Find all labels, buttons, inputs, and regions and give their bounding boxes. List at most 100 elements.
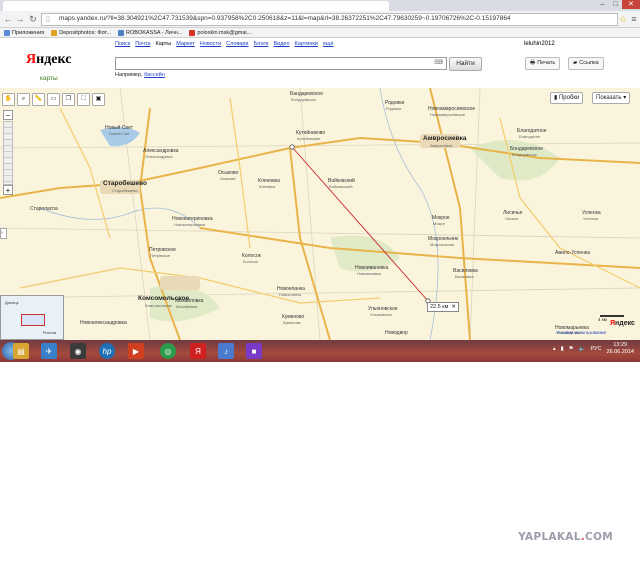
traffic-button[interactable]: ▮ Пробки [550, 92, 584, 104]
zoom-slider[interactable] [3, 121, 13, 185]
village-label[interactable]: Авило-Успенка [555, 250, 590, 256]
village-sublabel: Новокатеринівка [174, 222, 206, 227]
reload-icon[interactable]: ↻ [28, 14, 38, 24]
print-button[interactable]: 🖶 Печать [525, 57, 561, 70]
minimize-button[interactable]: – [596, 0, 609, 9]
bookmark-star-icon[interactable]: ☆ [618, 14, 628, 24]
service-blogs[interactable]: Блоги [254, 41, 269, 47]
hand-tool-icon[interactable]: ✋ [2, 93, 15, 106]
example-link[interactable]: бассейн [144, 72, 165, 78]
find-button[interactable]: Найти [449, 57, 482, 71]
camera-app-icon[interactable]: ◉ [70, 343, 86, 359]
village-label[interactable]: Новоалександровка [80, 320, 127, 326]
maximize-button[interactable]: □ [609, 0, 622, 9]
distance-label[interactable]: 22.5 км ✕ [427, 302, 460, 312]
search-example: Например, бассейн [115, 72, 165, 78]
tray-arrow-icon[interactable]: ▴ [553, 346, 556, 352]
service-news[interactable]: Новости [200, 41, 221, 47]
user-name[interactable]: leluhin2012 [524, 41, 555, 47]
village-label[interactable]: Староласпа [30, 206, 58, 212]
ruler-tool-icon[interactable]: 📏 [32, 93, 45, 106]
area-tool-icon[interactable]: ▭ [47, 93, 60, 106]
yandex-header: Яндекс карты Поиск Почта Карты Маркет Но… [0, 38, 640, 88]
yandex-logo[interactable]: Яндекс [26, 52, 71, 68]
service-search[interactable]: Поиск [115, 41, 130, 47]
pin-icon: ▰ [573, 60, 578, 66]
zoom-out-button[interactable]: + [3, 185, 13, 195]
url-text: maps.yandex.ru/?ll=38.304921%2C47.731539… [59, 15, 511, 22]
volume-icon[interactable]: 🔈 [579, 346, 586, 352]
explorer-icon[interactable]: ▤ [13, 343, 29, 359]
robokassa-icon [118, 29, 125, 36]
hp-icon[interactable]: hp [99, 343, 115, 359]
maps-subtitle: карты [40, 75, 58, 82]
browser-toolbar: ← → ↻ ▯ maps.yandex.ru/?ll=38.304921%2C4… [0, 11, 640, 28]
bookmark-gmail[interactable]: poloskin.msk@gmai... [189, 28, 251, 37]
network-icon[interactable]: ▮ [561, 346, 564, 352]
clock-time: 13:29 [613, 342, 628, 348]
printer-icon: 🖶 [530, 60, 536, 66]
service-market[interactable]: Маркет [176, 41, 195, 47]
village-sublabel: Олександрівка [145, 154, 173, 159]
browser-tab[interactable] [3, 1, 389, 11]
app-blue-icon[interactable]: ✈ [41, 343, 57, 359]
city-sublabel: Комсомольске [145, 303, 172, 308]
forward-icon[interactable]: → [15, 14, 25, 24]
address-bar[interactable]: ▯ maps.yandex.ru/?ll=38.304921%2C47.7315… [41, 13, 618, 26]
settings-tool-icon[interactable]: ▣ [92, 93, 105, 106]
audio-app-icon[interactable]: ♪ [218, 343, 234, 359]
map-search-input[interactable]: ⌨ [115, 57, 447, 70]
village-sublabel: Ульянівське [370, 312, 393, 317]
distance-value: 22.5 км [430, 304, 449, 310]
city-label[interactable]: Амвросиевка [423, 135, 466, 142]
bookmark-depositphotos[interactable]: Depositphotos: Фот... [51, 28, 111, 37]
village-sublabel: Успенка [583, 216, 598, 221]
language-indicator[interactable]: РУС [590, 346, 601, 352]
flag-icon[interactable]: ⚑ [569, 346, 574, 352]
yandex-browser-icon[interactable]: Я [190, 343, 206, 359]
clock[interactable]: 13:29 26.06.2014 [606, 342, 634, 356]
zoom-control: − + [3, 110, 13, 196]
link-button[interactable]: ▰ Ссылка [568, 57, 604, 70]
village-sublabel: Новоіванівка [357, 271, 381, 276]
terms-link[interactable]: Условия использования [556, 330, 606, 335]
village-label[interactable]: Новодвор [385, 330, 408, 336]
show-layers-button[interactable]: Показать ▾ [592, 92, 631, 104]
chrome-icon[interactable]: ◎ [160, 343, 176, 359]
city-label[interactable]: Старобешево [103, 180, 147, 187]
page-icon: ▯ [46, 16, 50, 23]
menu-icon[interactable]: ≡ [629, 14, 639, 24]
service-dictionaries[interactable]: Словари [226, 41, 248, 47]
keyboard-icon[interactable]: ⌨ [434, 59, 443, 66]
bookmark-robokassa[interactable]: ROBOKASSA - Личн... [118, 28, 182, 37]
service-maps[interactable]: Карты [156, 41, 172, 47]
tiles-app-icon[interactable]: ■ [246, 343, 262, 359]
service-images[interactable]: Картинки [295, 41, 318, 47]
close-button[interactable]: ✕ [622, 0, 640, 9]
service-video[interactable]: Видео [273, 41, 289, 47]
service-more[interactable]: ещё [323, 41, 334, 47]
village-sublabel: Благодатне [519, 134, 541, 139]
village-sublabel: Кленівка [259, 184, 276, 189]
map-view[interactable]: Старобешево Старобешево Амвросиевка Амвр… [0, 88, 640, 340]
close-icon[interactable]: ✕ [451, 303, 456, 311]
collapse-arrow-icon[interactable]: › [0, 228, 7, 239]
village-sublabel: Лисиче [505, 216, 519, 221]
magnifier-tool-icon[interactable]: ⌕ [17, 93, 30, 106]
service-mail[interactable]: Почта [135, 41, 150, 47]
depositphotos-icon [51, 29, 58, 36]
city-sublabel: Старобешево [112, 188, 138, 193]
clock-date: 26.06.2014 [606, 349, 634, 355]
layers-tool-icon[interactable]: ❐ [62, 93, 75, 106]
zoom-in-button[interactable]: − [3, 110, 13, 120]
bookmark-apps[interactable]: Приложения [4, 28, 44, 37]
village-sublabel: Василівка [455, 274, 474, 279]
back-icon[interactable]: ← [3, 14, 13, 24]
watermark: YAPLAKAL.COM [518, 531, 613, 543]
media-player-icon[interactable]: ▶ [128, 343, 144, 359]
map-yandex-logo: Яндекс [610, 320, 635, 327]
minimap-label: Донецк [5, 300, 19, 305]
minimap[interactable]: Донецк Ростов [0, 295, 64, 340]
chevron-down-icon: ▾ [623, 95, 627, 101]
fullscreen-tool-icon[interactable]: ⛶ [77, 93, 90, 106]
